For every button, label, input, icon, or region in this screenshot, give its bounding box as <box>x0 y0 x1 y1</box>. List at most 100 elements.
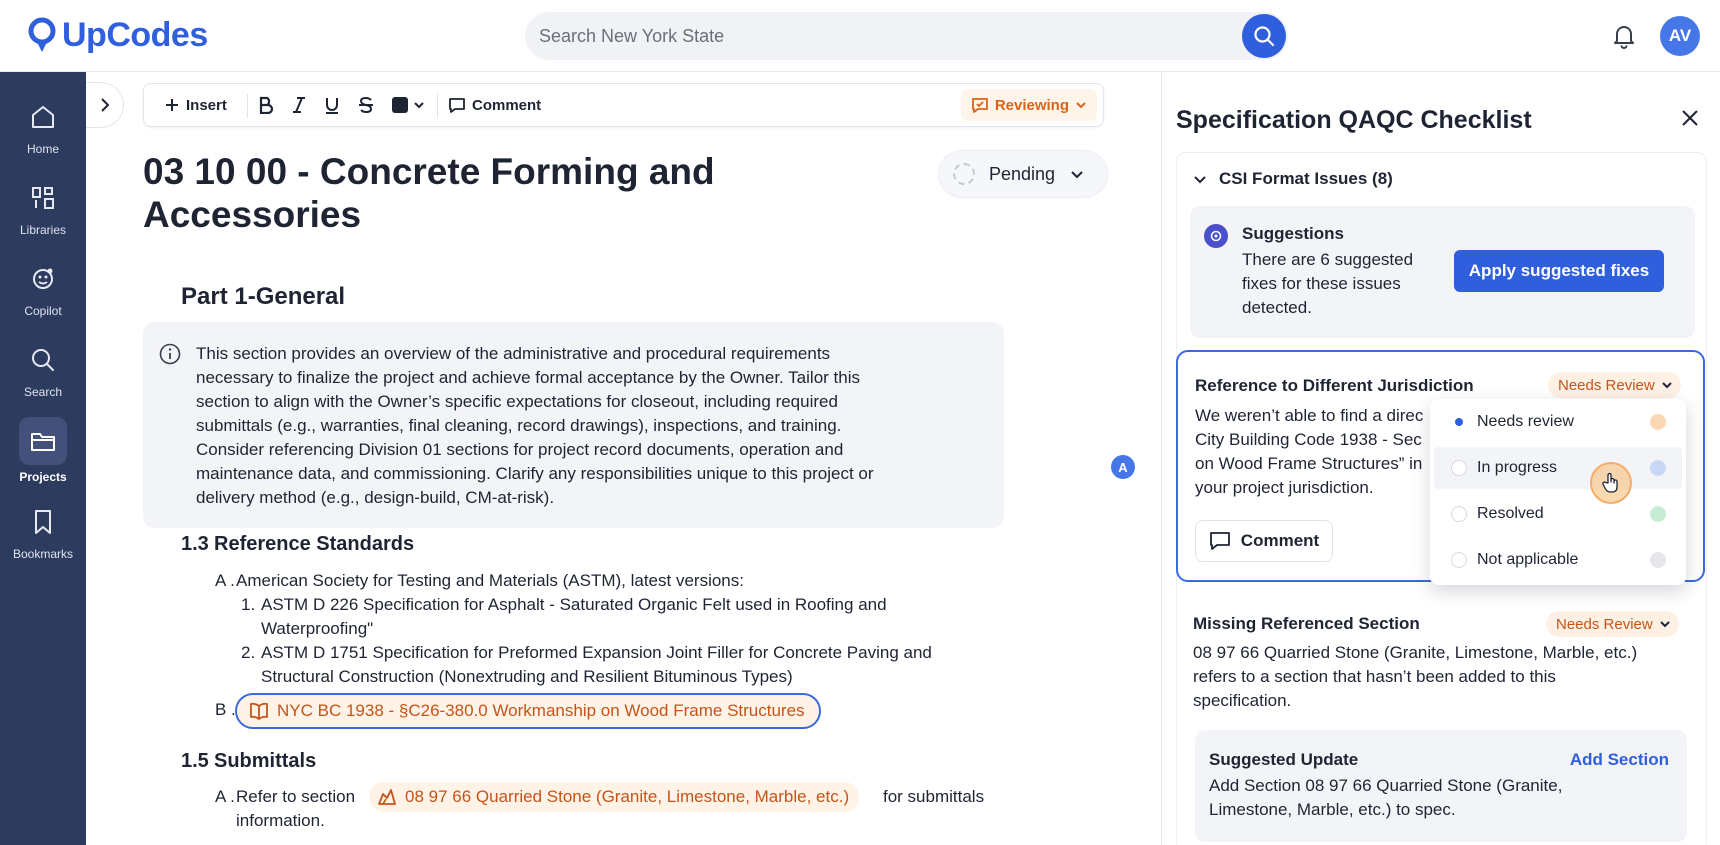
copilot-icon <box>33 268 53 289</box>
hand-icon <box>1602 472 1618 493</box>
section-heading-reference-standards: 1.3 Reference Standards <box>181 533 414 556</box>
sidebar-item-search[interactable]: Search <box>0 335 86 411</box>
issue-description-line: on Wood Frame Structures” in <box>1195 454 1423 473</box>
toolbar-divider <box>437 94 438 118</box>
search-bar <box>525 12 1288 60</box>
upcodes-logo[interactable]: UpCodes <box>26 16 208 55</box>
sidebar-label: Home <box>26 142 59 156</box>
text-color-button[interactable] <box>392 84 424 126</box>
pending-spinner-icon <box>953 163 975 185</box>
document-title: 03 10 00 - Concrete Forming and Accessor… <box>143 151 715 235</box>
sidebar-item-home[interactable]: Home <box>0 92 86 168</box>
strikethrough-button[interactable] <box>358 84 374 126</box>
sidebar-item-libraries[interactable]: Libraries <box>0 173 86 249</box>
list-item-continued: Waterproofing" <box>261 619 374 638</box>
section-reference-text: 08 97 66 Quarried Stone (Granite, Limest… <box>405 787 850 806</box>
suggestions-body: There are 6 suggested fixes for these is… <box>1242 250 1414 317</box>
status-option-label: In progress <box>1477 459 1558 476</box>
search-input[interactable] <box>539 12 1219 60</box>
status-option-label: Not applicable <box>1477 551 1579 568</box>
status-color-dot <box>1650 552 1666 568</box>
status-option-needs-review[interactable]: Needs review <box>1434 401 1682 443</box>
expand-outline-button[interactable] <box>86 82 124 128</box>
issue-status-dropdown[interactable]: Needs Review <box>1548 372 1681 398</box>
user-avatar[interactable]: AV <box>1660 16 1700 56</box>
radio-icon <box>1451 460 1467 476</box>
insert-label: Insert <box>186 96 227 114</box>
status-color-dot <box>1650 460 1666 476</box>
issue-description-line: your project jurisdiction. <box>1195 478 1374 497</box>
guidance-note: This section provides an overview of the… <box>143 322 1004 528</box>
status-dropdown-menu: Needs review In progress Resolved Not ap… <box>1430 399 1686 585</box>
issue-description-line: City Building Code 1938 - Sec <box>1195 430 1422 449</box>
suggestions-card: Suggestions There are 6 suggested fixes … <box>1190 206 1695 338</box>
reviewing-label: Reviewing <box>994 96 1069 114</box>
reviewing-mode-dropdown[interactable]: Reviewing <box>960 89 1097 121</box>
part-heading: Part 1-General <box>181 283 346 310</box>
issue-title: Missing Referenced Section <box>1193 614 1420 633</box>
comment-toolbar-button[interactable]: Comment <box>448 84 541 126</box>
issue-description: 08 97 66 Quarried Stone (Granite, Limest… <box>1193 643 1638 710</box>
issue-description: We weren’t able to find a direc City Bui… <box>1195 404 1435 500</box>
collaborator-cursor-badge: A <box>1111 455 1135 479</box>
issue-group-label: CSI Format Issues (8) <box>1219 169 1393 188</box>
issue-title: Reference to Different Jurisdiction <box>1195 376 1474 395</box>
bell-icon[interactable] <box>1610 22 1638 50</box>
logo-pin-icon <box>28 17 56 52</box>
section-reference-chip[interactable]: 08 97 66 Quarried Stone (Granite, Limest… <box>369 782 860 812</box>
editor-toolbar: Insert Comment Reviewing <box>143 83 1104 127</box>
active-indicator <box>19 417 67 465</box>
search-button[interactable] <box>1242 14 1286 58</box>
underline-icon <box>326 98 338 114</box>
sidebar-label: Projects <box>19 470 67 484</box>
strikethrough-icon <box>359 96 373 114</box>
issue-description-line: We weren’t able to find a direc <box>1195 406 1424 425</box>
code-reference-chip[interactable]: NYC BC 1938 - §C26-380.0 Workmanship on … <box>235 693 821 729</box>
list-marker: A . <box>215 787 235 806</box>
list-item: ASTM D 1751 Specification for Preformed … <box>261 643 932 662</box>
sidebar: Home Libraries Copilot Search Projects B… <box>0 72 86 845</box>
radio-icon <box>1451 552 1467 568</box>
insert-button[interactable]: Insert <box>164 84 227 126</box>
list-item-suffix: for submittals <box>883 787 985 806</box>
info-icon <box>159 343 181 365</box>
sparkle-icon <box>1210 230 1222 242</box>
issue-status-label: Needs Review <box>1556 615 1653 633</box>
italic-button[interactable] <box>291 84 307 126</box>
chevron-down-icon <box>1660 621 1670 628</box>
status-option-resolved[interactable]: Resolved <box>1434 493 1682 535</box>
status-option-in-progress[interactable]: In progress <box>1434 447 1682 489</box>
underline-button[interactable] <box>324 84 340 126</box>
list-marker: B . <box>215 700 236 719</box>
section-status-dropdown[interactable]: Pending <box>938 150 1108 198</box>
chevron-down-icon <box>1194 176 1206 184</box>
sidebar-label: Libraries <box>19 223 67 237</box>
bold-button[interactable] <box>257 84 275 126</box>
plus-icon <box>166 99 178 111</box>
suggested-update-card: Suggested Update Add Section Add Section… <box>1195 730 1687 842</box>
list-item-continued: information. <box>236 811 325 830</box>
status-option-not-applicable[interactable]: Not applicable <box>1434 539 1682 581</box>
issue-status-dropdown[interactable]: Needs Review <box>1546 611 1679 637</box>
sidebar-item-projects[interactable]: Projects <box>0 416 86 492</box>
app-header: UpCodes AV <box>0 0 1720 72</box>
section-number: 1.3 <box>181 533 209 555</box>
list-item: American Society for Testing and Materia… <box>236 571 744 590</box>
comment-icon <box>1209 532 1230 550</box>
comment-button[interactable]: Comment <box>1195 520 1333 562</box>
comment-icon <box>449 98 465 113</box>
apply-suggested-fixes-button[interactable]: Apply suggested fixes <box>1454 250 1664 292</box>
suggestions-title: Suggestions <box>1242 224 1345 243</box>
list-item-continued: Structural Construction (Nonextruding an… <box>261 667 793 686</box>
sidebar-item-bookmarks[interactable]: Bookmarks <box>0 497 86 573</box>
list-marker: 2. <box>241 643 256 662</box>
suggested-update-title: Suggested Update <box>1209 750 1359 769</box>
radio-icon <box>1451 506 1467 522</box>
bookmark-icon <box>35 510 51 534</box>
comment-label: Comment <box>472 96 542 114</box>
bold-icon <box>259 96 274 114</box>
sidebar-item-copilot[interactable]: Copilot <box>0 254 86 330</box>
close-icon[interactable] <box>1678 106 1702 130</box>
issue-group-toggle[interactable]: CSI Format Issues (8) <box>1193 169 1393 189</box>
add-section-button[interactable]: Add Section <box>1570 750 1669 770</box>
